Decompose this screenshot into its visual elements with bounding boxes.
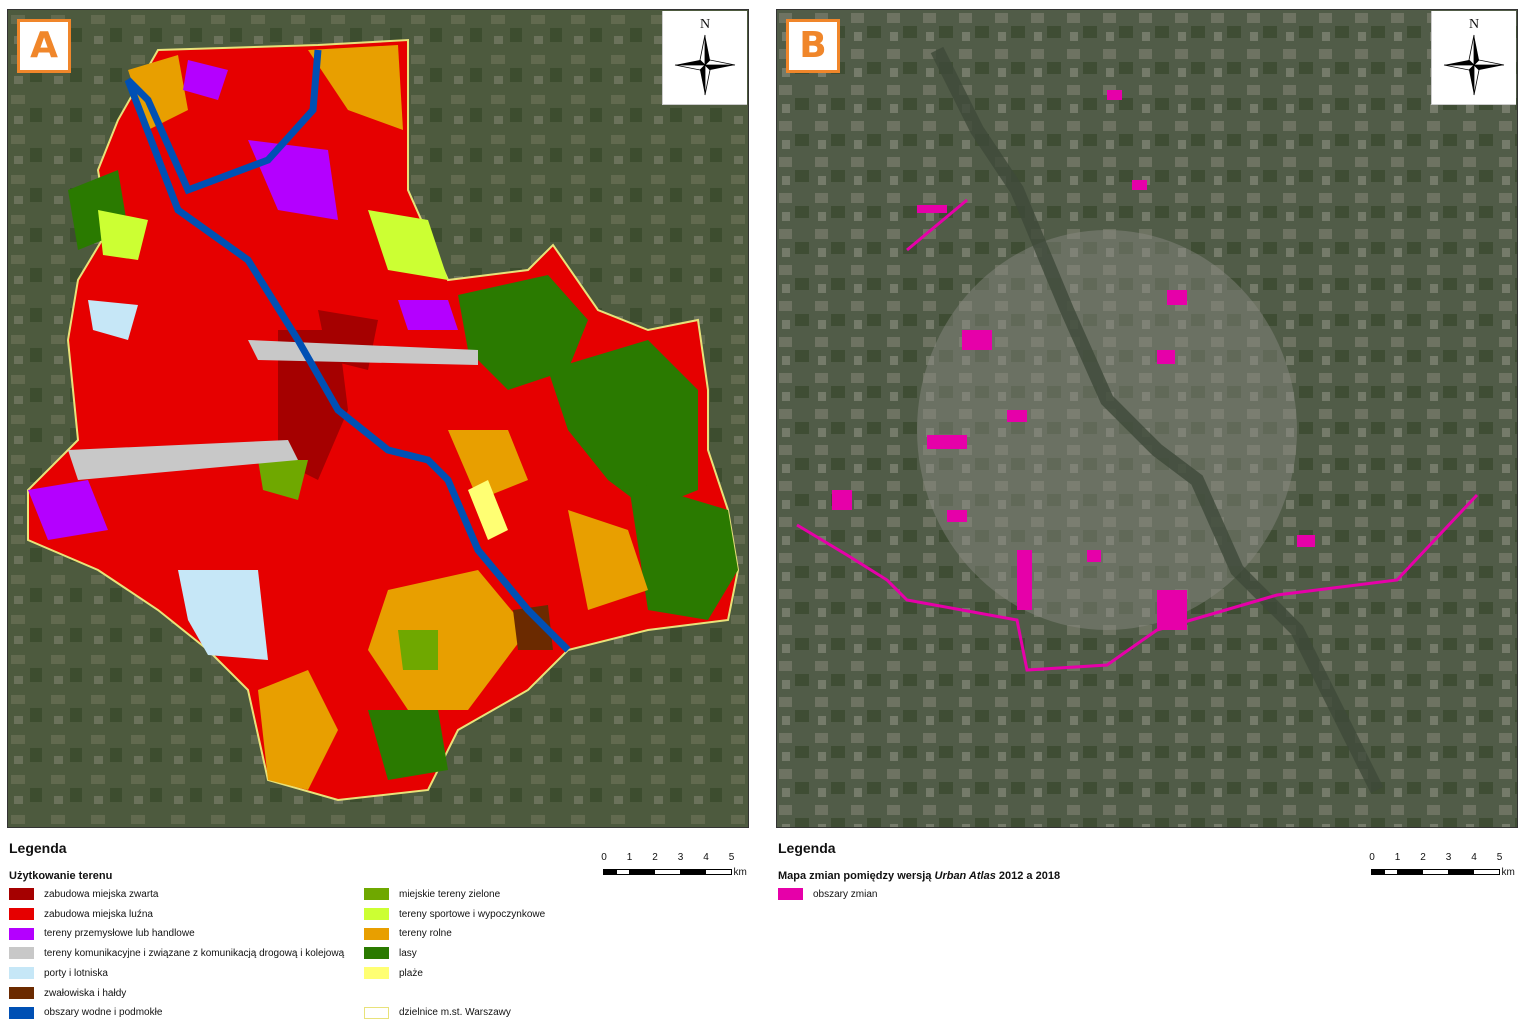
compass-rose-icon (674, 34, 736, 96)
scale-tick-label: 1 (1394, 852, 1401, 863)
scale-unit: km (1501, 867, 1515, 878)
legend-subtitle-prefix: Mapa zmian pomiędzy wersją (778, 870, 935, 882)
scale-tick-label: 4 (1471, 852, 1477, 863)
legend-swatch (9, 888, 34, 901)
legend-item: zabudowa miejska zwarta (9, 888, 159, 902)
scale-tick-label: 5 (1496, 852, 1503, 863)
scale-segment (1422, 869, 1449, 875)
legend-swatch (9, 908, 34, 921)
legend-label: tereny sportowe i wypoczynkowe (399, 908, 546, 920)
legend-subtitle: Mapa zmian pomiędzy wersją Urban Atlas 2… (778, 870, 1378, 882)
scale-segment (705, 869, 732, 875)
legend-swatch (9, 947, 34, 960)
north-label: N (699, 17, 711, 32)
legend-item: lasy (364, 947, 417, 961)
legend-item: obszary zmian (778, 888, 877, 902)
north-arrow: N (1431, 11, 1516, 105)
legend-subtitle-suffix: 2012 a 2018 (995, 870, 1061, 882)
scale-segment (1371, 869, 1385, 875)
scale-tick-label: 0 (601, 852, 607, 863)
legend-label: obszary wodne i podmokłe (44, 1007, 163, 1019)
legend-swatch (364, 908, 389, 921)
legend-changes: Legenda Mapa zmian pomiędzy wersją Urban… (778, 840, 1378, 901)
scale-tick-label: 1 (626, 852, 633, 863)
legend-swatch (364, 927, 389, 940)
legend-label: tereny rolne (399, 928, 452, 940)
scale-tick-label: 3 (1445, 852, 1452, 863)
legend-label: zabudowa miejska luźna (44, 908, 153, 920)
scale-segment (1473, 869, 1500, 875)
scale-segment (603, 869, 617, 875)
legend-item: plaże (364, 967, 423, 981)
legend-label: obszary zmian (813, 889, 878, 900)
legend-swatch (9, 927, 34, 940)
legend-swatch (364, 967, 389, 980)
legend-label: tereny komunikacyjne i związane z komuni… (44, 948, 345, 960)
north-arrow: N (662, 11, 747, 105)
legend-swatch (778, 888, 803, 901)
scale-segment (615, 869, 630, 875)
scale-tick-label: 4 (703, 852, 709, 863)
legend-swatch (9, 967, 34, 980)
scale-tick-label: 5 (728, 852, 735, 863)
legend-item: tereny sportowe i wypoczynkowe (364, 908, 545, 922)
legend-item: tereny komunikacyjne i związane z komuni… (9, 947, 344, 961)
panel-label-a: A (17, 19, 71, 73)
legend-item: tereny rolne (364, 927, 452, 941)
scale-tick-label: 2 (1420, 852, 1426, 863)
scale-segment (628, 869, 655, 875)
legend-swatch (364, 947, 389, 960)
legend-label: miejskie tereny zielone (399, 889, 501, 900)
legend-item: dzielnice m.st. Warszawy (364, 1006, 511, 1020)
scale-unit: km (733, 867, 747, 878)
legend-label: tereny przemysłowe lub handlowe (44, 928, 195, 940)
legend-label: lasy (399, 948, 417, 960)
land-use-map[interactable]: A N (7, 9, 749, 828)
scale-segment (1396, 869, 1423, 875)
panel-label-b: B (786, 19, 840, 73)
legend-land-use: Legenda Użytkowanie terenu zabudowa miej… (9, 840, 609, 1019)
legend-swatch (9, 1006, 34, 1019)
legend-swatch (364, 888, 389, 901)
north-label: N (1468, 17, 1480, 32)
scale-tick-label: 3 (677, 852, 684, 863)
legend-swatch (9, 986, 34, 999)
legend-title: Legenda (9, 840, 67, 856)
legend-label: plaże (399, 967, 423, 979)
scale-tick-label: 2 (652, 852, 658, 863)
legend-swatch (364, 1006, 389, 1019)
legend-item: zwałowiska i hałdy (9, 986, 127, 1001)
legend-subtitle: Użytkowanie terenu (9, 870, 113, 882)
scale-tick-label: 0 (1369, 852, 1375, 863)
legend-item: porty i lotniska (9, 967, 108, 981)
scale-segment (1447, 869, 1474, 875)
satellite-background (8, 10, 748, 827)
legend-item: zabudowa miejska luźna (9, 908, 153, 922)
compass-rose-icon (1443, 34, 1505, 96)
legend-title: Legenda (778, 840, 836, 856)
legend-label: zabudowa miejska zwarta (44, 889, 159, 900)
scale-segment (1383, 869, 1398, 875)
legend-label: zwałowiska i hałdy (44, 987, 127, 999)
legend-subtitle-italic: Urban Atlas (934, 870, 996, 882)
legend-label: dzielnice m.st. Warszawy (399, 1007, 511, 1019)
legend-item: miejskie tereny zielone (364, 888, 500, 902)
legend-item: obszary wodne i podmokłe (9, 1006, 162, 1020)
scale-segment (654, 869, 681, 875)
legend-label: porty i lotniska (44, 967, 108, 979)
satellite-background (777, 10, 1517, 827)
change-map[interactable]: B N (776, 9, 1518, 828)
legend-item: tereny przemysłowe lub handlowe (9, 927, 195, 941)
scale-segment (679, 869, 706, 875)
